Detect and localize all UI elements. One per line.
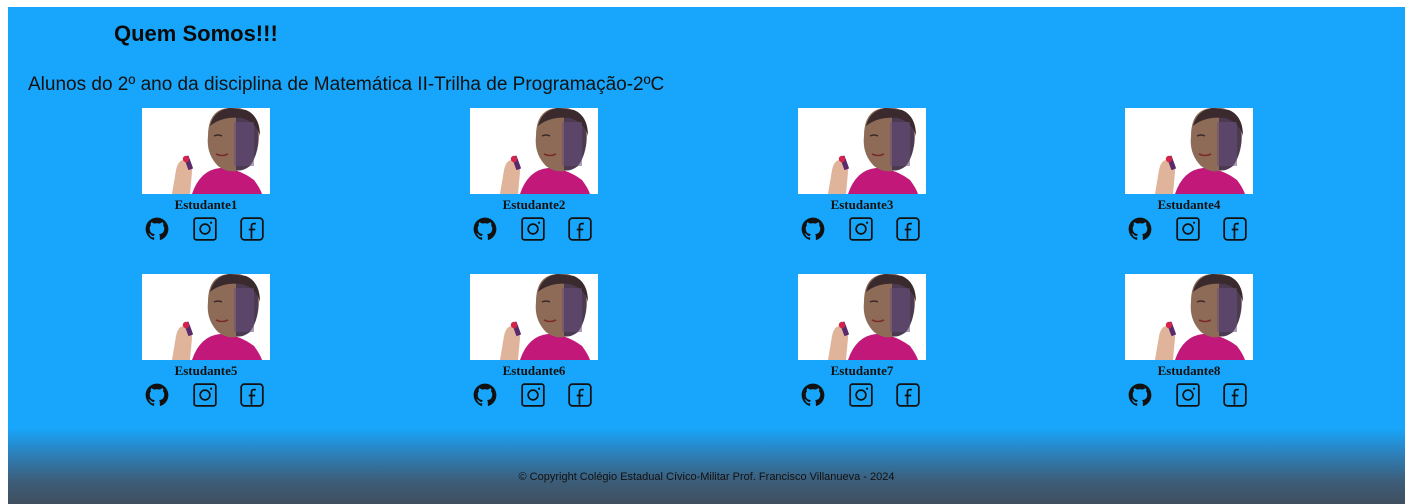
student-name: Estudante1 (174, 197, 238, 212)
facebook-icon[interactable] (1222, 216, 1250, 244)
student-card: Estudante4 (1125, 108, 1253, 248)
instagram-icon[interactable] (520, 216, 548, 244)
student-photo (1125, 274, 1253, 360)
github-icon[interactable] (472, 382, 500, 410)
student-name: Estudante3 (830, 197, 894, 212)
student-photo (470, 274, 598, 360)
student-social-links (1127, 382, 1255, 412)
student-card: Estudante6 (470, 274, 598, 414)
student-card: Estudante5 (142, 274, 270, 414)
student-card: Estudante7 (798, 274, 926, 414)
instagram-icon[interactable] (192, 382, 220, 410)
student-photo (142, 274, 270, 360)
student-social-links (144, 216, 272, 246)
student-name: Estudante2 (502, 197, 566, 212)
student-social-links (800, 216, 928, 246)
instagram-icon[interactable] (848, 382, 876, 410)
student-photo (798, 108, 926, 194)
facebook-icon[interactable] (1222, 382, 1250, 410)
student-photo (142, 108, 270, 194)
facebook-icon[interactable] (239, 216, 267, 244)
student-photo (1125, 108, 1253, 194)
student-photo (470, 108, 598, 194)
student-social-links (144, 382, 272, 412)
github-icon[interactable] (472, 216, 500, 244)
footer: © Copyright Colégio Estadual Cívico-Mili… (8, 428, 1405, 504)
github-icon[interactable] (800, 216, 828, 244)
student-card: Estudante2 (470, 108, 598, 248)
student-card: Estudante3 (798, 108, 926, 248)
student-name: Estudante8 (1157, 363, 1221, 378)
instagram-icon[interactable] (848, 216, 876, 244)
student-card: Estudante1 (142, 108, 270, 248)
instagram-icon[interactable] (192, 216, 220, 244)
student-name: Estudante5 (174, 363, 238, 378)
student-photo (798, 274, 926, 360)
instagram-icon[interactable] (520, 382, 548, 410)
instagram-icon[interactable] (1175, 382, 1203, 410)
github-icon[interactable] (144, 382, 172, 410)
student-social-links (472, 382, 600, 412)
student-name: Estudante6 (502, 363, 566, 378)
github-icon[interactable] (1127, 216, 1155, 244)
facebook-icon[interactable] (239, 382, 267, 410)
github-icon[interactable] (144, 216, 172, 244)
facebook-icon[interactable] (567, 216, 595, 244)
student-name: Estudante7 (830, 363, 894, 378)
footer-copyright: © Copyright Colégio Estadual Cívico-Mili… (518, 471, 895, 483)
facebook-icon[interactable] (895, 216, 923, 244)
facebook-icon[interactable] (567, 382, 595, 410)
page-subtitle: Alunos do 2º ano da disciplina de Matemá… (28, 74, 665, 95)
github-icon[interactable] (1127, 382, 1155, 410)
student-social-links (800, 382, 928, 412)
facebook-icon[interactable] (895, 382, 923, 410)
student-card: Estudante8 (1125, 274, 1253, 414)
page-title: Quem Somos!!! (114, 21, 278, 46)
student-social-links (472, 216, 600, 246)
student-social-links (1127, 216, 1255, 246)
instagram-icon[interactable] (1175, 216, 1203, 244)
github-icon[interactable] (800, 382, 828, 410)
student-name: Estudante4 (1157, 197, 1221, 212)
